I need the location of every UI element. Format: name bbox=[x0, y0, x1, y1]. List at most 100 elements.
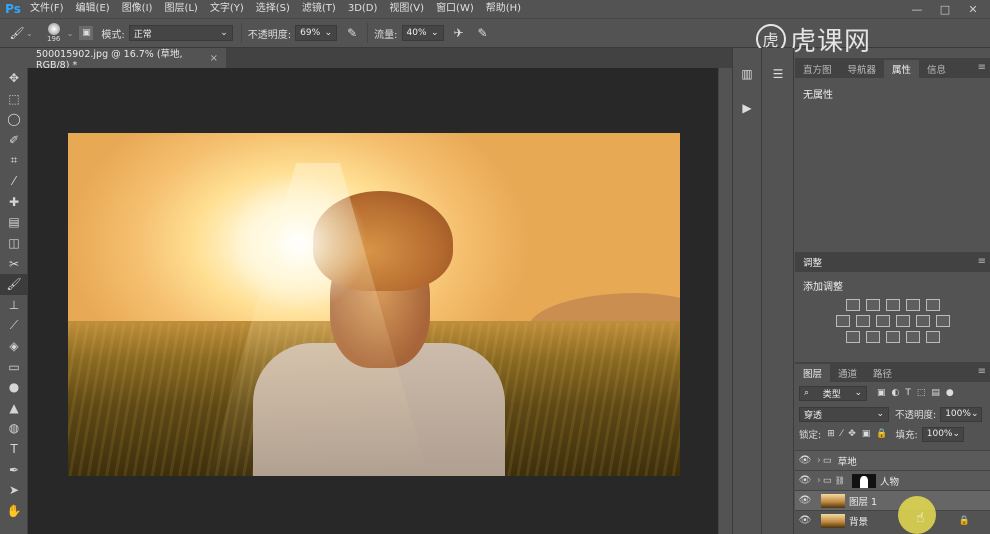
menu-window[interactable]: 窗口(W) bbox=[430, 0, 480, 18]
move-tool-icon[interactable]: ✥ bbox=[0, 68, 28, 89]
lock-transparent-icon[interactable]: ⊞ bbox=[827, 429, 835, 439]
lock-position-icon[interactable]: ✥ bbox=[848, 429, 856, 439]
patch-tool-icon[interactable]: ▤ bbox=[0, 212, 28, 233]
tab-channels[interactable]: 通道 bbox=[830, 364, 865, 382]
brush-panel-toggle-icon[interactable]: ▣ bbox=[79, 26, 94, 40]
photo-filter-icon[interactable] bbox=[895, 315, 910, 327]
pressure-size-icon[interactable]: ✎ bbox=[474, 24, 492, 42]
hue-saturation-icon[interactable] bbox=[835, 315, 850, 327]
quick-select-tool-icon[interactable]: ✐ bbox=[0, 130, 28, 151]
visibility-eye-icon[interactable]: 👁 bbox=[795, 495, 815, 506]
close-icon[interactable]: × bbox=[210, 53, 218, 64]
panel-menu-icon[interactable]: ≡ bbox=[978, 62, 986, 73]
menu-file[interactable]: 文件(F) bbox=[24, 0, 70, 18]
art-history-tool-icon[interactable]: ⟋ bbox=[0, 315, 28, 336]
opacity-input[interactable]: 69% ⌄ bbox=[295, 25, 338, 41]
pixel-filter-icon[interactable]: ▣ bbox=[877, 388, 886, 398]
tab-info[interactable]: 信息 bbox=[919, 60, 954, 78]
vibrance-icon[interactable] bbox=[925, 299, 940, 311]
minimize-button[interactable]: — bbox=[904, 0, 930, 18]
shape-filter-icon[interactable]: ⬚ bbox=[917, 388, 926, 398]
type-filter-icon[interactable]: T bbox=[905, 388, 911, 398]
gradient-tool-icon[interactable]: ▭ bbox=[0, 356, 28, 377]
color-lookup-icon[interactable] bbox=[935, 315, 950, 327]
color-balance-icon[interactable] bbox=[855, 315, 870, 327]
gradient-map-icon[interactable] bbox=[905, 331, 920, 343]
pressure-opacity-icon[interactable]: ✎ bbox=[343, 24, 361, 42]
sponge-tool-icon[interactable]: ◍ bbox=[0, 418, 28, 439]
mode-select[interactable]: 正常 ⌄ bbox=[128, 25, 233, 41]
pen-tool-icon[interactable]: ✒ bbox=[0, 459, 28, 480]
brush-tool-icon[interactable]: 🖌 bbox=[0, 273, 28, 295]
lasso-tool-icon[interactable]: ◯ bbox=[0, 109, 28, 130]
document-image[interactable] bbox=[68, 133, 680, 476]
canvas-scrollbar[interactable] bbox=[718, 68, 732, 534]
menu-3d[interactable]: 3D(D) bbox=[342, 0, 384, 18]
canvas-area[interactable] bbox=[28, 68, 718, 534]
selective-color-icon[interactable] bbox=[925, 331, 940, 343]
path-select-tool-icon[interactable]: ➤ bbox=[0, 480, 28, 501]
tab-properties[interactable]: 属性 bbox=[884, 60, 920, 78]
menu-filter[interactable]: 滤镜(T) bbox=[296, 0, 342, 18]
layer-filter-select[interactable]: ⌕ 类型 ⌄ bbox=[799, 385, 867, 401]
panel-menu-icon[interactable]: ≡ bbox=[978, 366, 986, 377]
blur-tool-icon[interactable]: ● bbox=[0, 377, 28, 398]
flow-input[interactable]: 40% ⌄ bbox=[401, 25, 444, 41]
visibility-eye-icon[interactable]: 👁 bbox=[795, 515, 815, 526]
tab-navigator[interactable]: 导航器 bbox=[840, 60, 885, 78]
menu-select[interactable]: 选择(S) bbox=[250, 0, 296, 18]
menu-layer[interactable]: 图层(L) bbox=[158, 0, 203, 18]
history-panel-icon[interactable]: ▥ bbox=[733, 60, 761, 88]
clone-tool-icon[interactable]: ◫ bbox=[0, 233, 28, 254]
maximize-button[interactable]: □ bbox=[932, 0, 958, 18]
tab-histogram[interactable]: 直方图 bbox=[795, 60, 840, 78]
document-tab[interactable]: 500015902.jpg @ 16.7% (草地, RGB/8) * × bbox=[28, 48, 226, 71]
levels-icon[interactable] bbox=[865, 299, 880, 311]
stamp-tool-icon[interactable]: ⊥ bbox=[0, 295, 28, 316]
chevron-down-icon[interactable]: ⌄ bbox=[26, 29, 33, 38]
invert-icon[interactable] bbox=[845, 331, 860, 343]
hand-tool-icon[interactable]: ✋ bbox=[0, 500, 28, 521]
visibility-eye-icon[interactable]: 👁 bbox=[795, 475, 815, 486]
layer-row[interactable]: 👁 › ▭ ⛓ 人物 bbox=[795, 470, 990, 490]
channel-mixer-icon[interactable] bbox=[915, 315, 930, 327]
history-brush-tool-icon[interactable]: ✂ bbox=[0, 253, 28, 274]
panel-menu-icon[interactable]: ≡ bbox=[978, 256, 986, 267]
panel-toggle-icon[interactable]: ☰ bbox=[764, 60, 792, 88]
healing-tool-icon[interactable]: ✚ bbox=[0, 192, 28, 213]
chevron-down-icon[interactable]: ⌄ bbox=[67, 29, 74, 38]
black-white-icon[interactable] bbox=[875, 315, 890, 327]
layer-mask-thumbnail[interactable] bbox=[851, 473, 876, 488]
layer-opacity-input[interactable]: 100% ⌄ bbox=[940, 406, 983, 422]
exposure-icon[interactable] bbox=[905, 299, 920, 311]
layer-row[interactable]: 👁 › ▭ 草地 bbox=[795, 450, 990, 470]
filter-toggle-icon[interactable]: ● bbox=[946, 388, 954, 398]
fill-input[interactable]: 100% ⌄ bbox=[921, 426, 964, 442]
chevron-right-icon[interactable]: › bbox=[817, 455, 821, 466]
tab-paths[interactable]: 路径 bbox=[865, 364, 900, 382]
lock-artboard-icon[interactable]: ▣ bbox=[862, 429, 871, 439]
close-button[interactable]: ✕ bbox=[960, 0, 986, 18]
dodge-tool-icon[interactable]: ▲ bbox=[0, 398, 28, 419]
menu-help[interactable]: 帮助(H) bbox=[480, 0, 527, 18]
brush-tool-icon[interactable]: 🖌 bbox=[8, 24, 26, 42]
smart-object-filter-icon[interactable]: ▤ bbox=[931, 388, 940, 398]
menu-edit[interactable]: 编辑(E) bbox=[70, 0, 116, 18]
posterize-icon[interactable] bbox=[865, 331, 880, 343]
chevron-right-icon[interactable]: › bbox=[817, 475, 821, 486]
threshold-icon[interactable] bbox=[885, 331, 900, 343]
curves-icon[interactable] bbox=[885, 299, 900, 311]
adjustment-filter-icon[interactable]: ◐ bbox=[892, 388, 900, 398]
layer-row[interactable]: 👁 背景 🔒 bbox=[795, 510, 990, 530]
marquee-tool-icon[interactable]: ⬚ bbox=[0, 89, 28, 110]
eyedropper-tool-icon[interactable]: ⁄ bbox=[0, 171, 28, 192]
brightness-contrast-icon[interactable] bbox=[845, 299, 860, 311]
lock-pixels-icon[interactable]: ⁄ bbox=[841, 429, 843, 439]
menu-image[interactable]: 图像(I) bbox=[116, 0, 159, 18]
brush-preset-picker[interactable]: 196 bbox=[41, 23, 67, 43]
tab-layers[interactable]: 图层 bbox=[795, 364, 831, 382]
layer-row[interactable]: 👁 图层 1 bbox=[795, 490, 990, 510]
airbrush-icon[interactable]: ✈ bbox=[450, 24, 468, 42]
lock-all-icon[interactable]: 🔒 bbox=[876, 429, 887, 439]
menu-view[interactable]: 视图(V) bbox=[383, 0, 430, 18]
